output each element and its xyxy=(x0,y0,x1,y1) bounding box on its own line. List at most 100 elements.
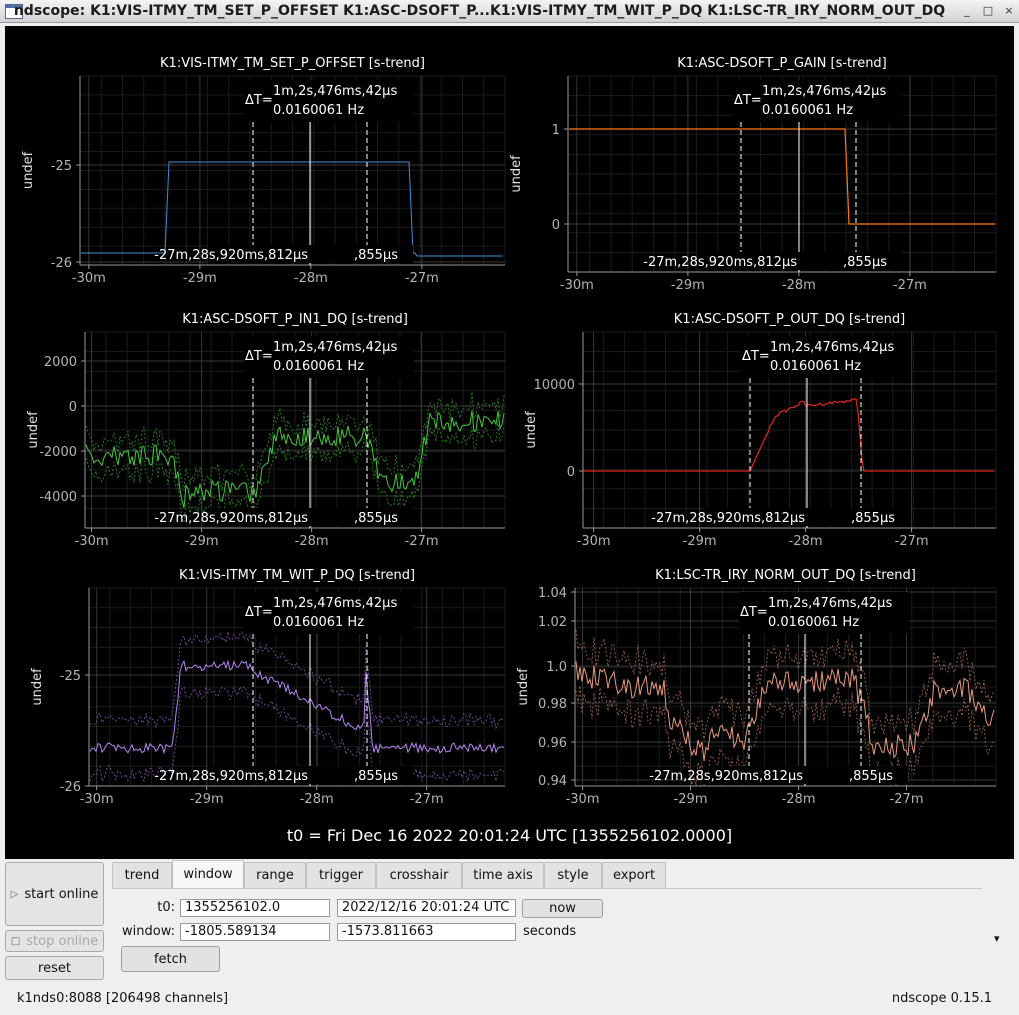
y-tick-label: 2000 xyxy=(44,355,77,370)
cursor-t1-label: -27m,28s,920ms,812µs xyxy=(154,769,308,784)
start-online-label: start online xyxy=(24,886,99,902)
fetch-button[interactable]: fetch xyxy=(121,946,220,972)
y-tick-label: -4000 xyxy=(39,490,77,505)
tab-range[interactable]: range xyxy=(244,862,306,888)
minimize-icon[interactable]: _ xyxy=(961,5,973,17)
window-field-label: window: xyxy=(122,924,175,939)
x-tick-label: -30m xyxy=(72,271,106,286)
stop-icon: □ xyxy=(10,935,21,947)
t0-gps-field[interactable]: 1355256102.0 xyxy=(180,899,330,917)
x-tick-label: -28m xyxy=(782,278,816,293)
y-tick-label: -25 xyxy=(51,159,72,174)
cursor-t1-label: -27m,28s,920ms,812µs xyxy=(643,255,797,270)
cursor-frequency-value: 0.0160061 Hz xyxy=(273,103,364,118)
tab-divider xyxy=(112,888,982,889)
y-tick-label: 0 xyxy=(552,218,560,233)
y-tick-label: 0 xyxy=(69,400,77,415)
window-start-field[interactable]: -1805.589134 xyxy=(180,923,330,941)
cursor-frequency-value: 0.0160061 Hz xyxy=(273,615,364,630)
server-status: k1nds0:8088 [206498 channels] xyxy=(17,991,229,1006)
cursor-delta-value: 1m,2s,476ms,42µs xyxy=(273,596,397,611)
plot-title: K1:ASC-DSOFT_P_OUT_DQ [s-trend] xyxy=(674,312,905,327)
tab-trigger[interactable]: trigger xyxy=(306,862,376,888)
t0-label: t0 = Fri Dec 16 2022 20:01:24 UTC [13552… xyxy=(286,826,733,845)
cursor-frequency-value: 0.0160061 Hz xyxy=(273,359,364,374)
cursor-delta-label: ΔT= xyxy=(245,93,273,108)
cursor-t2-label: ,855µs xyxy=(354,769,398,784)
y-tick-label: -25 xyxy=(60,669,81,684)
cursor-t2-label: ,855µs xyxy=(354,511,398,526)
y-tick-label: 1.02 xyxy=(538,615,567,630)
x-tick-label: -30m xyxy=(80,792,114,807)
cursor-delta-label: ΔT= xyxy=(245,349,273,364)
x-tick-label: -27m xyxy=(890,792,924,807)
y-axis-label: undef xyxy=(26,411,41,449)
x-tick-label: -29m xyxy=(671,278,705,293)
cursor-frequency-value: 0.0160061 Hz xyxy=(770,359,861,374)
seconds-label: seconds xyxy=(523,924,577,939)
plot-title: K1:VIS-ITMY_TM_SET_P_OFFSET [s-trend] xyxy=(160,56,425,71)
trend-plot-3[interactable]: K1:ASC-DSOFT_P_IN1_DQ [s-trend] 2000 0 -200… xyxy=(26,312,506,549)
play-icon: ▷ xyxy=(10,888,19,900)
reset-label: reset xyxy=(38,960,71,976)
y-tick-label: 1.04 xyxy=(538,586,567,601)
cursor-t1-label: -27m,28s,920ms,812µs xyxy=(154,248,308,263)
window-title: ndscope: K1:VIS-ITMY_TM_SET_P_OFFSET K1:… xyxy=(13,3,946,19)
cursor-t2-label: ,855µs xyxy=(851,511,895,526)
x-tick-label: -28m xyxy=(789,534,823,549)
maximize-icon[interactable]: □ xyxy=(982,5,994,17)
t0-utc-field[interactable]: 2022/12/16 20:01:24 UTC xyxy=(337,899,516,917)
cursor-delta-value: 1m,2s,476ms,42µs xyxy=(762,84,886,99)
y-tick-label: -26 xyxy=(60,780,81,795)
window-end-field[interactable]: -1573.811663 xyxy=(337,923,516,941)
y-axis-label: undef xyxy=(524,411,539,449)
x-tick-label: -29m xyxy=(674,792,708,807)
trend-plot-4[interactable]: K1:ASC-DSOFT_P_OUT_DQ [s-trend] 10000 0 -30… xyxy=(524,312,997,549)
y-axis-label: undef xyxy=(516,668,531,706)
trend-plot-6[interactable]: K1:LSC-TR_IRY_NORM_OUT_DQ [s-trend] 1.04 1… xyxy=(516,568,997,807)
y-tick-label: 1 xyxy=(552,123,560,138)
tab-style[interactable]: style xyxy=(544,862,602,888)
plot-title: K1:LSC-TR_IRY_NORM_OUT_DQ [s-trend] xyxy=(655,568,916,583)
cursor-delta-label: ΔT= xyxy=(742,349,770,364)
x-tick-label: -27m xyxy=(405,534,439,549)
trend-plot-2[interactable]: K1:ASC-DSOFT_P_GAIN [s-trend] 1 0 -30m -29m -… xyxy=(509,56,997,293)
x-tick-label: -29m xyxy=(683,534,717,549)
x-tick-label: -30m xyxy=(75,534,109,549)
y-tick-label: -26 xyxy=(51,256,72,271)
y-tick-label: 0 xyxy=(567,465,575,480)
trend-plot-5[interactable]: K1:VIS-ITMY_TM_WIT_P_DQ [s-trend]-25-26-… xyxy=(30,568,506,807)
tab-export[interactable]: export xyxy=(602,862,666,888)
start-online-button[interactable]: ▷ start online xyxy=(5,862,104,926)
version-label: ndscope 0.15.1 xyxy=(891,991,992,1006)
tab-time-axis[interactable]: time axis xyxy=(462,862,544,888)
tab-crosshair[interactable]: crosshair xyxy=(376,862,462,888)
cursor-delta-label: ΔT= xyxy=(245,605,273,620)
cursor-delta-value: 1m,2s,476ms,42µs xyxy=(273,340,397,355)
tab-trend[interactable]: trend xyxy=(112,862,172,888)
y-tick-label: 1.0 xyxy=(546,660,567,675)
x-tick-label: -29m xyxy=(183,271,217,286)
x-tick-label: -28m xyxy=(294,271,328,286)
trend-plot-1[interactable]: K1:VIS-ITMY_TM_SET_P_OFFSET [s-trend] -25… xyxy=(21,56,506,286)
close-icon[interactable]: × xyxy=(1003,5,1015,17)
x-tick-label: -30m xyxy=(560,278,594,293)
reset-button[interactable]: reset xyxy=(5,956,104,980)
x-tick-label: -29m xyxy=(185,534,219,549)
tab-window[interactable]: window xyxy=(172,860,244,888)
x-tick-label: -29m xyxy=(190,792,224,807)
collapse-arrow-icon[interactable]: ▾ xyxy=(994,932,1000,945)
y-axis-label: undef xyxy=(21,151,36,189)
plot-area[interactable]: K1:VIS-ITMY_TM_SET_P_OFFSET [s-trend] -25… xyxy=(5,26,1014,859)
cursor-frequency-value: 0.0160061 Hz xyxy=(768,615,859,630)
y-tick-label: 0.96 xyxy=(538,736,567,751)
x-tick-label: -28m xyxy=(782,792,816,807)
now-button[interactable]: now xyxy=(522,899,603,918)
y-tick-label: 0.98 xyxy=(538,697,567,712)
plot-canvas[interactable]: K1:VIS-ITMY_TM_SET_P_OFFSET [s-trend] -25… xyxy=(5,26,1014,826)
stop-online-button[interactable]: □ stop online xyxy=(5,930,104,952)
x-tick-label: -30m xyxy=(566,792,600,807)
cursor-t2-label: ,855µs xyxy=(354,248,398,263)
plot-title: K1:VIS-ITMY_TM_WIT_P_DQ [s-trend] xyxy=(179,568,415,583)
y-tick-label: 0.94 xyxy=(538,774,567,789)
